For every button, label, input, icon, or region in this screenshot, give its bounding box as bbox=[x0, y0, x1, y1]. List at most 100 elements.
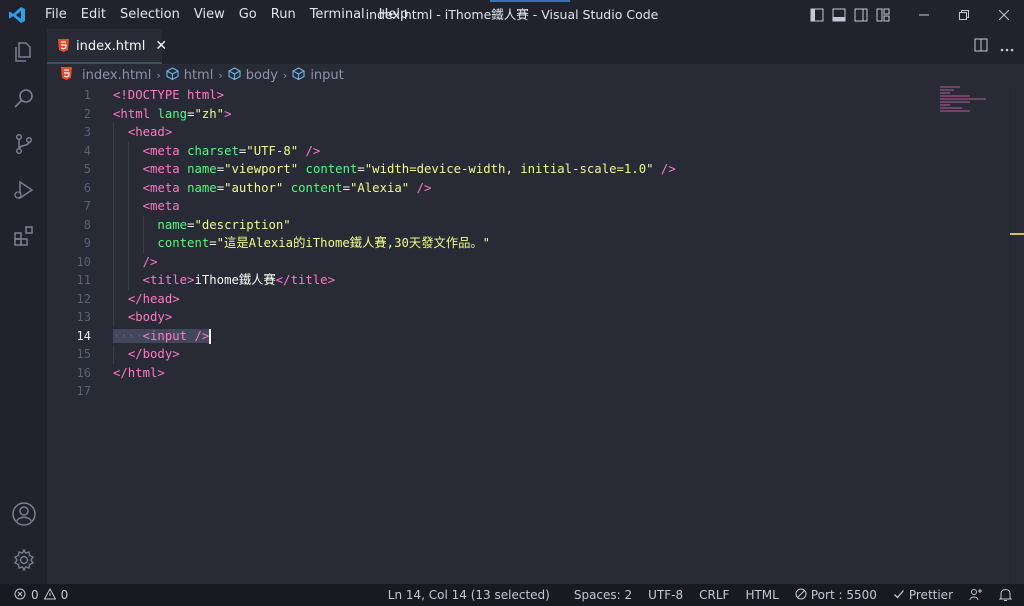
indent-guide bbox=[113, 271, 114, 290]
tab-close-icon[interactable]: ✕ bbox=[155, 38, 167, 54]
tag-open: <title> bbox=[142, 273, 195, 287]
indent-guide bbox=[113, 308, 114, 327]
line-number: 7 bbox=[83, 199, 91, 213]
explorer-icon[interactable] bbox=[0, 29, 47, 75]
indent-guide bbox=[113, 215, 114, 234]
attr-name: content bbox=[157, 236, 210, 250]
code-line: /> bbox=[113, 252, 676, 271]
tag: <head> bbox=[127, 125, 173, 139]
language-mode[interactable]: HTML bbox=[737, 588, 786, 602]
menu-help[interactable]: Help bbox=[372, 0, 416, 29]
toggle-panel-icon[interactable] bbox=[828, 0, 850, 29]
code-line: name="description" bbox=[113, 215, 676, 234]
line-number: 8 bbox=[83, 217, 91, 232]
attr-value: "zh" bbox=[194, 106, 225, 121]
menu-go[interactable]: Go bbox=[232, 0, 264, 29]
attr-value: "這是Alexia的iThome鐵人賽,30天發文作品。" bbox=[216, 236, 491, 250]
indent-guide bbox=[143, 234, 144, 253]
split-editor-icon[interactable] bbox=[974, 37, 988, 56]
source-control-icon[interactable] bbox=[0, 121, 47, 167]
indentation[interactable]: Spaces: 2 bbox=[566, 588, 640, 602]
status-bar-right: Ln 14, Col 14 (13 selected) Spaces: 2 UT… bbox=[380, 584, 1024, 606]
code-lines: <!DOCTYPE html> <html lang="zh"> <head> … bbox=[113, 86, 676, 401]
tag-open: <meta bbox=[142, 162, 180, 176]
encoding[interactable]: UTF-8 bbox=[640, 588, 691, 602]
line-number: 1 bbox=[83, 88, 91, 102]
html5-icon bbox=[61, 66, 72, 84]
end-of-line[interactable]: CRLF bbox=[691, 588, 737, 602]
error-icon bbox=[14, 588, 26, 603]
feedback-icon[interactable] bbox=[961, 588, 991, 602]
tag-open: <meta bbox=[142, 199, 180, 213]
title-controls bbox=[806, 0, 1024, 29]
attr-value: "Alexia" bbox=[349, 180, 410, 195]
extensions-icon[interactable] bbox=[0, 213, 47, 259]
text-content: iThome鐵人賽 bbox=[194, 273, 276, 287]
cursor-position[interactable]: Ln 14, Col 14 (13 selected) bbox=[380, 588, 558, 602]
line-number: 11 bbox=[76, 273, 91, 287]
text-cursor bbox=[209, 328, 211, 344]
breadcrumb-html[interactable]: html bbox=[166, 66, 213, 84]
attr-name: name bbox=[157, 217, 188, 232]
menu-file[interactable]: File bbox=[38, 0, 74, 29]
equals: = bbox=[357, 162, 365, 176]
attr-value: "viewport" bbox=[224, 162, 299, 176]
menu-terminal[interactable]: Terminal bbox=[303, 0, 372, 29]
error-count: 0 bbox=[31, 588, 39, 602]
attr-value: "description" bbox=[194, 217, 291, 232]
notifications-bell-icon[interactable] bbox=[991, 588, 1024, 602]
breadcrumb-input[interactable]: input bbox=[292, 66, 344, 84]
code-line-selected: ····<input /> bbox=[113, 327, 676, 346]
cube-icon bbox=[292, 66, 305, 84]
problems-indicator[interactable]: 0 0 bbox=[0, 587, 68, 603]
minimize-icon[interactable] bbox=[904, 0, 944, 29]
code-line: <!DOCTYPE html> bbox=[113, 86, 676, 105]
live-server-port[interactable]: Port : 5500 bbox=[787, 588, 885, 603]
toggle-secondary-sidebar-icon[interactable] bbox=[850, 0, 872, 29]
code-line: <title>iThome鐵人賽</title> bbox=[113, 271, 676, 290]
tab-index-html[interactable]: index.html ✕ bbox=[47, 29, 167, 64]
prettier-label: Prettier bbox=[908, 588, 953, 602]
tag: <body> bbox=[127, 310, 173, 324]
menu-selection[interactable]: Selection bbox=[113, 0, 187, 29]
code-editor[interactable]: 1 2 3 4 5 6 7 8 9 10 11 12 13 14 15 16 1… bbox=[47, 86, 1024, 584]
run-debug-icon[interactable] bbox=[0, 167, 47, 213]
no-entry-icon bbox=[795, 588, 807, 603]
customize-layout-icon[interactable] bbox=[872, 0, 894, 29]
menu-edit[interactable]: Edit bbox=[74, 0, 113, 29]
breadcrumb-separator: › bbox=[218, 68, 223, 82]
indent-guide bbox=[113, 178, 114, 197]
attr-value: "author" bbox=[224, 180, 284, 195]
line-number: 12 bbox=[76, 291, 91, 306]
attr-value: "UTF-8" bbox=[246, 143, 299, 158]
tab-label: index.html bbox=[76, 38, 146, 54]
cube-icon bbox=[166, 66, 179, 84]
minimap[interactable] bbox=[940, 86, 1000, 116]
menu-run[interactable]: Run bbox=[264, 0, 303, 29]
breadcrumb-file[interactable]: index.html bbox=[61, 66, 151, 84]
code-line: <meta name="author" content="Alexia" /> bbox=[113, 178, 676, 197]
settings-gear-icon[interactable] bbox=[0, 537, 47, 583]
breadcrumb-body[interactable]: body bbox=[228, 66, 278, 84]
menu-view[interactable]: View bbox=[187, 0, 232, 29]
account-icon[interactable] bbox=[0, 491, 47, 537]
prettier-status[interactable]: Prettier bbox=[885, 588, 961, 603]
tag-close: /> bbox=[298, 143, 321, 158]
more-actions-icon[interactable] bbox=[1000, 37, 1014, 56]
toggle-primary-sidebar-icon[interactable] bbox=[806, 0, 828, 29]
tag: </html> bbox=[113, 365, 165, 380]
attr-name: name bbox=[187, 180, 217, 195]
line-number: 10 bbox=[76, 254, 91, 269]
tag-close: > bbox=[224, 106, 232, 121]
tag-close: </title> bbox=[275, 273, 335, 287]
search-icon[interactable] bbox=[0, 75, 47, 121]
restore-icon[interactable] bbox=[944, 0, 984, 29]
breadcrumb-body-label: body bbox=[245, 67, 278, 83]
equals: = bbox=[216, 162, 225, 176]
indent-guide bbox=[113, 141, 114, 160]
breadcrumb-separator: › bbox=[156, 68, 161, 82]
scrollbar-highlight-marker bbox=[1010, 233, 1024, 235]
close-window-icon[interactable] bbox=[984, 0, 1024, 29]
vertical-scrollbar[interactable] bbox=[1010, 86, 1024, 584]
